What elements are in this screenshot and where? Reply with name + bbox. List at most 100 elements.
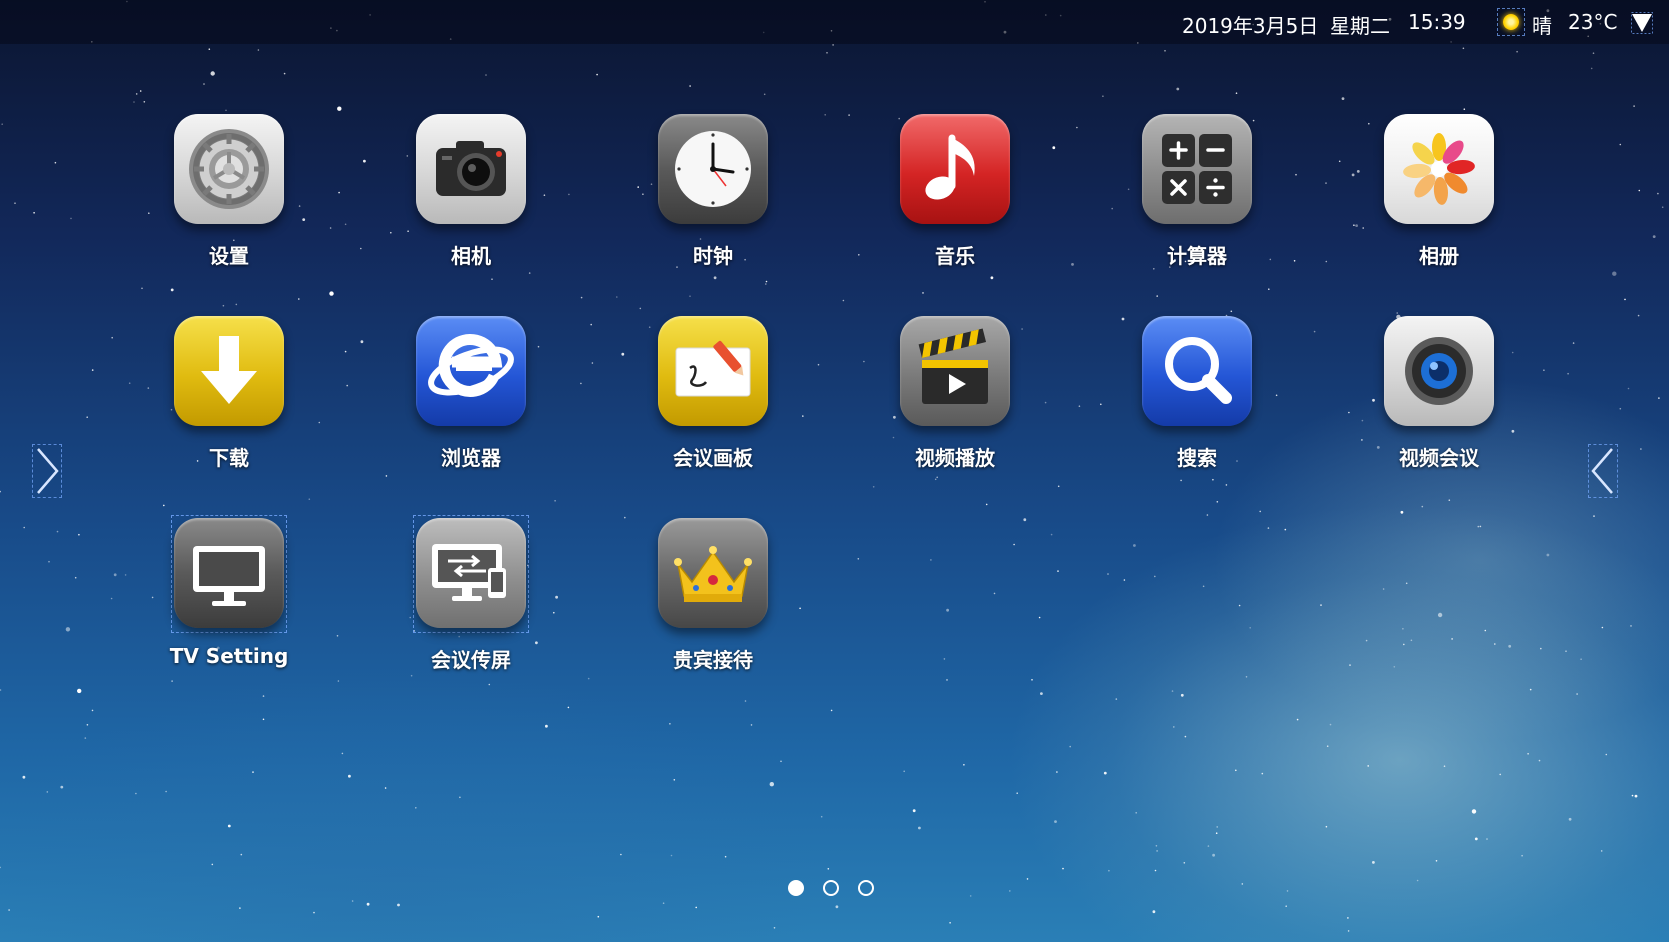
star (1230, 310, 1233, 313)
star (329, 291, 334, 296)
star (222, 304, 225, 307)
next-page-button[interactable] (1588, 444, 1618, 498)
star (1176, 87, 1180, 91)
app-camera[interactable]: 相机 (396, 114, 546, 284)
star (1235, 92, 1238, 94)
star (1044, 401, 1047, 404)
star (211, 863, 214, 866)
wifi-icon[interactable] (1631, 12, 1653, 34)
star (669, 723, 671, 725)
app-clock[interactable]: 时钟 (638, 114, 788, 284)
app-photos[interactable]: 相册 (1364, 114, 1514, 284)
star (1443, 765, 1446, 767)
star (366, 902, 370, 906)
star (597, 915, 600, 918)
star (1612, 271, 1617, 276)
sun-icon[interactable] (1497, 8, 1525, 36)
app-tv-setting[interactable]: TV Setting (154, 515, 304, 688)
star (1405, 582, 1408, 585)
star (459, 796, 461, 799)
star (1173, 726, 1175, 728)
star (620, 853, 622, 856)
star (750, 724, 753, 726)
app-search[interactable]: 搜索 (1122, 316, 1272, 486)
star (1527, 753, 1529, 755)
star (1016, 792, 1018, 794)
star (318, 421, 321, 424)
star (113, 573, 117, 577)
star (360, 340, 364, 344)
star (1347, 917, 1349, 919)
app-download[interactable]: 下载 (154, 316, 304, 486)
chevron-left-icon (1591, 448, 1613, 494)
star (1215, 832, 1218, 834)
star (1069, 745, 1071, 748)
star (1102, 95, 1104, 97)
star (1640, 448, 1642, 450)
star (1658, 397, 1660, 399)
star (567, 706, 570, 709)
star (1115, 698, 1118, 700)
app-label: 相机 (451, 244, 491, 268)
app-label: 视频会议 (1399, 446, 1479, 470)
app-label: 相册 (1419, 244, 1459, 268)
app-video-player[interactable]: 视频播放 (880, 316, 1030, 486)
camera-icon (416, 114, 526, 224)
star (283, 72, 286, 75)
star (1054, 820, 1057, 823)
app-vip-reception[interactable]: 贵宾接待 (638, 518, 788, 688)
star (946, 679, 948, 681)
star (1356, 170, 1360, 173)
star (1154, 869, 1157, 872)
page-dot-3[interactable] (858, 880, 874, 896)
app-whiteboard[interactable]: 会议画板 (638, 316, 788, 486)
page-dot-2[interactable] (823, 880, 839, 896)
star (1590, 67, 1593, 70)
star (1212, 853, 1215, 857)
star (78, 533, 80, 536)
star (240, 853, 243, 856)
star (338, 191, 340, 194)
star (1338, 160, 1341, 163)
star (48, 560, 50, 563)
star (363, 159, 366, 163)
star (210, 71, 215, 76)
star (1107, 573, 1109, 575)
star (1261, 772, 1264, 775)
star (826, 52, 828, 54)
star (639, 307, 642, 310)
star (351, 900, 354, 902)
app-music[interactable]: 音乐 (880, 114, 1030, 284)
star (918, 826, 921, 830)
app-calculator[interactable]: 计算器 (1122, 114, 1272, 284)
app-settings[interactable]: 设置 (154, 114, 304, 284)
star (1268, 288, 1270, 291)
star (346, 384, 349, 387)
star (842, 299, 845, 302)
star (946, 608, 949, 612)
app-browser[interactable]: 浏览器 (396, 316, 546, 486)
star (963, 764, 965, 766)
star (769, 782, 774, 787)
star (695, 906, 697, 909)
page-dot-1[interactable] (788, 880, 804, 896)
star (1, 123, 3, 125)
calculator-icon (1142, 114, 1252, 224)
star (832, 44, 834, 46)
app-label: 计算器 (1167, 244, 1227, 268)
star (1296, 718, 1299, 721)
app-screen-share[interactable]: 会议传屏 (396, 515, 546, 688)
star (763, 93, 766, 96)
star (341, 752, 344, 755)
prev-page-button[interactable] (32, 444, 62, 498)
star (1437, 612, 1443, 618)
music-note-icon (900, 114, 1010, 224)
star (568, 193, 570, 196)
star (1026, 878, 1029, 880)
app-video-conference[interactable]: 视频会议 (1364, 316, 1514, 486)
crown-icon (658, 518, 768, 628)
star (1601, 626, 1604, 629)
star (1078, 405, 1081, 408)
star (1631, 794, 1634, 797)
star (1295, 173, 1297, 176)
